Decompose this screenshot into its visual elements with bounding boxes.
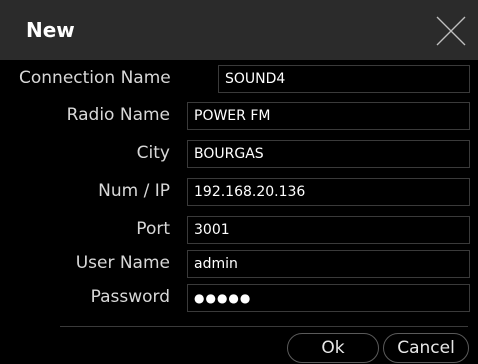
password-field[interactable]: ●●●●● xyxy=(187,284,470,312)
dialog-title: New xyxy=(26,18,75,42)
close-button[interactable] xyxy=(434,14,468,48)
radio-name-field[interactable]: POWER FM xyxy=(187,102,470,130)
close-icon xyxy=(436,16,466,46)
radio-name-label: Radio Name xyxy=(66,105,170,125)
user-name-label: User Name xyxy=(75,253,170,273)
num-ip-field[interactable]: 192.168.20.136 xyxy=(187,178,470,206)
user-name-field[interactable]: admin xyxy=(187,250,470,278)
connection-name-label: Connection Name xyxy=(19,68,171,88)
port-label: Port xyxy=(136,219,170,239)
connection-name-field[interactable]: SOUND4 xyxy=(218,65,470,93)
port-field[interactable]: 3001 xyxy=(187,216,470,244)
dialog-body: Connection Name SOUND4 Radio Name POWER … xyxy=(0,60,478,364)
new-connection-dialog: New Connection Name SOUND4 Radio Name PO… xyxy=(0,0,478,364)
city-label: City xyxy=(136,143,170,163)
button-divider xyxy=(60,326,468,327)
ok-button[interactable]: Ok xyxy=(287,333,379,363)
title-bar: New xyxy=(0,0,478,60)
num-ip-label: Num / IP xyxy=(98,181,170,201)
password-label: Password xyxy=(90,287,170,307)
cancel-button[interactable]: Cancel xyxy=(383,333,469,363)
city-field[interactable]: BOURGAS xyxy=(187,140,470,168)
